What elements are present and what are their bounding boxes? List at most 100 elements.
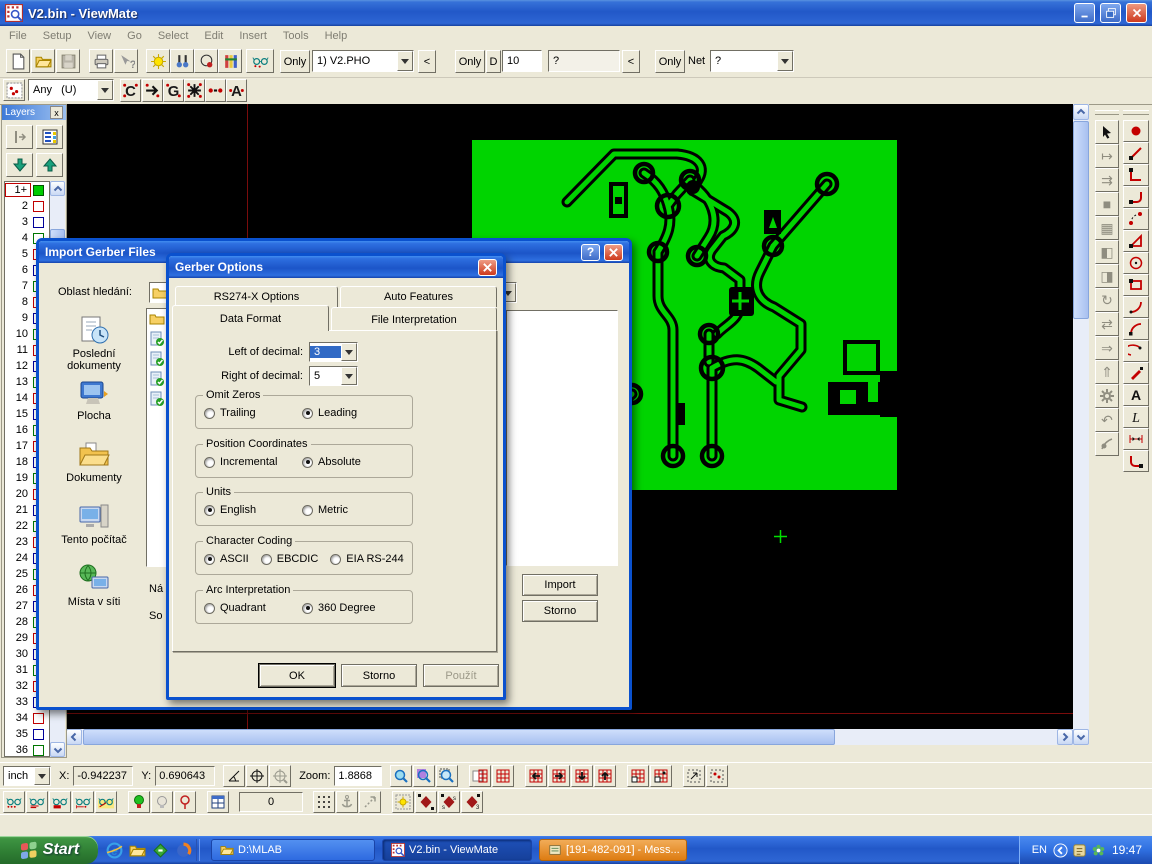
undo-tool-button[interactable]: ↶ (1095, 408, 1119, 432)
layer-row[interactable]: 35 (5, 726, 49, 742)
view-sketch-button[interactable] (95, 791, 117, 813)
layer-color-swatch[interactable] (33, 185, 44, 196)
filter-dots-button[interactable] (3, 79, 25, 101)
only-dcode-button[interactable]: Only (455, 50, 485, 73)
radio-english[interactable]: English (204, 504, 290, 516)
unit-select[interactable]: inch (3, 766, 51, 786)
place-my-computer[interactable]: Tento počítač (47, 501, 141, 563)
star-tool-button[interactable] (184, 79, 205, 102)
rotate-tool-button[interactable]: ↻ (1095, 288, 1119, 312)
radio-ebcdic[interactable]: EBCDIC (261, 553, 319, 565)
only-layer-button[interactable]: Only (280, 50, 310, 73)
arc-tool-button[interactable] (1123, 296, 1149, 318)
lamp-button[interactable] (151, 791, 173, 813)
toolbar-grip[interactable] (1095, 110, 1119, 115)
view-measure-button[interactable] (72, 791, 94, 813)
pan-right-button[interactable] (548, 765, 570, 787)
zoom-grid-button[interactable] (413, 765, 435, 787)
layer-color-swatch[interactable] (33, 745, 44, 756)
layer-list-button[interactable] (36, 125, 63, 149)
window-pane-button[interactable] (207, 791, 229, 813)
radio-leading[interactable]: Leading (302, 407, 357, 419)
label-tool-button[interactable]: L (1123, 406, 1149, 428)
layer-color-swatch[interactable] (33, 713, 44, 724)
layer-color-swatch[interactable] (33, 217, 44, 228)
corner-tool-button[interactable] (1123, 450, 1149, 472)
canvas-hscrollbar[interactable] (66, 729, 1073, 745)
scroll-left-button[interactable] (66, 729, 82, 745)
line-tool-button[interactable] (1123, 142, 1149, 164)
flash-point-tool-button[interactable] (1123, 120, 1149, 142)
import-cancel-button[interactable]: Storno (522, 600, 598, 622)
place-recent-docs[interactable]: Poslední dokumenty (47, 315, 141, 377)
mirror-horizontal-tool-button[interactable]: ◧ (1095, 240, 1119, 264)
grid-box-button[interactable] (627, 765, 649, 787)
move-multi-tool-button[interactable]: ⇉ (1095, 168, 1119, 192)
pointer-tool-button[interactable] (1095, 120, 1119, 144)
folder-win-icon[interactable] (129, 842, 146, 859)
save-file-button[interactable] (56, 49, 80, 73)
hscroll-thumb[interactable] (83, 729, 835, 745)
menu-insert[interactable]: Insert (233, 28, 277, 44)
tab-file-interpretation[interactable]: File Interpretation (331, 307, 497, 331)
dcode-query-field[interactable]: ? (548, 50, 620, 72)
clock[interactable]: 19:47 (1112, 843, 1142, 857)
radio-360-degree[interactable]: 360 Degree (302, 602, 376, 614)
angle-tool-button[interactable] (223, 765, 245, 787)
vscroll-thumb[interactable] (1073, 121, 1089, 319)
circle-select-button[interactable] (194, 49, 218, 73)
menu-file[interactable]: File (3, 28, 37, 44)
polyline-tool-button[interactable] (1123, 164, 1149, 186)
radio-quadrant[interactable]: Quadrant (204, 602, 290, 614)
scroll-right-button[interactable] (1057, 729, 1073, 745)
zoom-in-button[interactable] (390, 765, 412, 787)
rectangle-tool-button[interactable] (1123, 274, 1149, 296)
minimize-button[interactable] (1074, 3, 1095, 23)
sketch-tool-button[interactable] (1123, 362, 1149, 384)
chevron-left-icon[interactable] (1053, 843, 1068, 858)
tab-rs274x-options[interactable]: RS274-X Options (175, 286, 338, 307)
gerber-close-button[interactable] (478, 259, 497, 276)
triangle-tool-button[interactable] (1123, 230, 1149, 252)
probe-button[interactable] (174, 791, 196, 813)
radio-button[interactable] (204, 603, 215, 614)
step-repeat-tool-button[interactable]: ⇒ (1095, 336, 1119, 360)
radio-button[interactable] (204, 408, 215, 419)
grid-view-button[interactable] (492, 765, 514, 787)
pan-down-button[interactable] (571, 765, 593, 787)
resize-window-button[interactable] (683, 765, 705, 787)
item-filter-dropdown[interactable] (97, 80, 113, 100)
layer-filter-dropdown[interactable] (397, 51, 413, 71)
dcode-label-button[interactable]: D (486, 50, 501, 73)
dot-grid-button[interactable] (313, 791, 335, 813)
move-single-tool-button[interactable]: ↦ (1095, 144, 1119, 168)
new-file-button[interactable] (6, 49, 30, 73)
radio-ascii[interactable]: ASCII (204, 553, 249, 565)
radio-eia-rs-244[interactable]: EIA RS-244 (330, 553, 403, 565)
place-desktop-place[interactable]: Plocha (47, 377, 141, 439)
menu-edit[interactable]: Edit (198, 28, 233, 44)
diamond-b-button[interactable]: 3 (461, 791, 483, 813)
prev-layer-button[interactable]: < (418, 50, 436, 73)
letter-a-button[interactable]: A (226, 79, 247, 102)
layer-color-swatch[interactable] (33, 729, 44, 740)
start-button[interactable]: Start (0, 836, 98, 864)
y-coordinate-field[interactable]: 0.690643 (155, 766, 215, 786)
counter-field[interactable]: 0 (239, 792, 303, 812)
canvas-vscrollbar[interactable] (1073, 104, 1089, 745)
open-file-button[interactable] (31, 49, 55, 73)
text-tool-button[interactable]: A (1123, 384, 1149, 406)
layer-color-swatch[interactable] (33, 201, 44, 212)
layer-up-button[interactable] (36, 153, 63, 177)
fill-rect-alt-tool-button[interactable]: ▦ (1095, 216, 1119, 240)
flash-highlight-button[interactable] (392, 791, 414, 813)
layer-down-button[interactable] (6, 153, 33, 177)
gerber-cancel-button[interactable]: Storno (341, 664, 417, 687)
task-viewmate-app[interactable]: V2.bin - ViewMate (382, 839, 532, 861)
zoom-select-button[interactable] (436, 765, 458, 787)
radio-button[interactable] (302, 408, 313, 419)
board-view-button[interactable] (469, 765, 491, 787)
task-folder-open-sm[interactable]: D:\MLAB (211, 839, 375, 861)
menu-go[interactable]: Go (121, 28, 152, 44)
radio-incremental[interactable]: Incremental (204, 456, 290, 468)
